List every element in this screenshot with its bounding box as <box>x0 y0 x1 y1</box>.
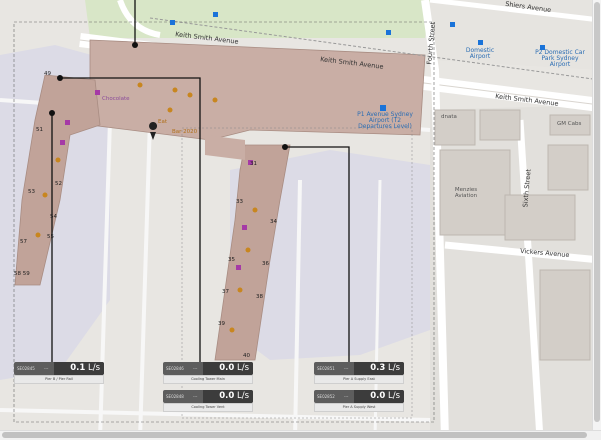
sensor-id: SE02852 <box>317 394 335 399</box>
sensor-unit: L/s <box>236 363 249 373</box>
gate-label: 55 <box>47 234 54 240</box>
sensor-card[interactable]: SE02846 --- 0.0 L/s Cooling Tower Main <box>163 362 253 384</box>
gate-label: 38 <box>256 294 263 300</box>
gate-label: 34 <box>270 219 277 225</box>
gate-label: 37 <box>222 289 229 295</box>
gate-label: 40 <box>243 353 250 359</box>
building-5 <box>504 194 576 241</box>
sensor-unit: L/s <box>387 391 400 401</box>
sensor-time: --- <box>44 366 49 371</box>
sensor-value-display: 0.0 L/s <box>354 390 404 403</box>
sensor-value: 0.1 <box>70 363 86 373</box>
node-cooling <box>57 75 63 81</box>
building-2 <box>479 109 521 141</box>
label-p1-car-park: P1 Avenue Sydney Airport (T2 Departures … <box>357 111 413 130</box>
sensor-name: Pier B / Pier Rail <box>14 375 104 384</box>
label-dnata: dnata <box>441 114 457 120</box>
node-pier-west <box>49 110 55 116</box>
sensor-value: 0.0 <box>370 391 386 401</box>
sensor-id: SE02846 <box>166 366 184 371</box>
sensor-value-display: 0.0 L/s <box>203 390 253 403</box>
sensor-unit: L/s <box>236 391 249 401</box>
node-top <box>132 42 138 48</box>
gate-label: 35 <box>228 257 235 263</box>
gate-label: 54 <box>50 214 57 220</box>
sensor-name: Pier A Supply West <box>314 403 404 412</box>
gate-label: 57 <box>20 239 27 245</box>
sensor-id: SE02851 <box>317 366 335 371</box>
label-chocolate: Chocolate <box>102 96 130 102</box>
sensor-card[interactable]: SE02848 --- 0.0 L/s Cooling Tower Vent <box>163 390 253 412</box>
park-area <box>85 0 430 38</box>
gate-label: 36 <box>262 261 269 267</box>
sensor-value-display: 0.1 L/s <box>54 362 104 375</box>
label-menzies: Menzies Aviation <box>454 187 478 199</box>
sensor-value: 0.3 <box>370 363 386 373</box>
gate-label: 52 <box>55 181 62 187</box>
sensor-unit: L/s <box>387 363 400 373</box>
sensor-unit: L/s <box>87 363 100 373</box>
vertical-scrollbar[interactable] <box>592 0 601 430</box>
sensor-value: 0.0 <box>219 391 235 401</box>
gate-label: 31 <box>250 161 257 167</box>
sensor-time: --- <box>344 366 349 371</box>
sensor-time: --- <box>344 394 349 399</box>
node-pier-a <box>282 144 288 150</box>
sensor-name: Cooling Tower Vent <box>163 403 253 412</box>
sensor-time: --- <box>193 366 198 371</box>
label-domestic-airport: Domestic Airport <box>465 47 495 60</box>
gate-label: 58 59 <box>14 271 30 277</box>
sensor-card[interactable]: SE02845 --- 0.1 L/s Pier B / Pier Rail <box>14 362 104 384</box>
sensor-name: Cooling Tower Main <box>163 375 253 384</box>
sensor-card[interactable]: SE02852 --- 0.0 L/s Pier A Supply West <box>314 390 404 412</box>
sensor-time: --- <box>193 394 198 399</box>
sensor-card[interactable]: SE02851 --- 0.3 L/s Pier A Supply East <box>314 362 404 384</box>
vertical-scroll-thumb[interactable] <box>594 2 600 422</box>
gate-label: 51 <box>36 127 43 133</box>
gate-label: 39 <box>218 321 225 327</box>
sensor-value: 0.0 <box>219 363 235 373</box>
horizontal-scroll-thumb[interactable] <box>2 432 587 438</box>
label-p2-car-park: P2 Domestic Car Park Sydney Airport <box>535 49 585 68</box>
gate-label: 53 <box>28 189 35 195</box>
label-eat: Eat <box>158 119 168 125</box>
sensor-value-display: 0.0 L/s <box>203 362 253 375</box>
sensor-value-display: 0.3 L/s <box>354 362 404 375</box>
label-bar: Bar 2020 <box>172 129 198 135</box>
location-pin-icon <box>149 122 158 130</box>
label-gm-cabs: GM Cabs <box>557 121 582 127</box>
gate-label: 33 <box>236 199 243 205</box>
building-6 <box>539 269 591 361</box>
building-4 <box>547 144 589 191</box>
sensor-name: Pier A Supply East <box>314 375 404 384</box>
sensor-id: SE02845 <box>17 366 35 371</box>
sensor-id: SE02848 <box>166 394 184 399</box>
gate-label: 49 <box>44 71 51 77</box>
